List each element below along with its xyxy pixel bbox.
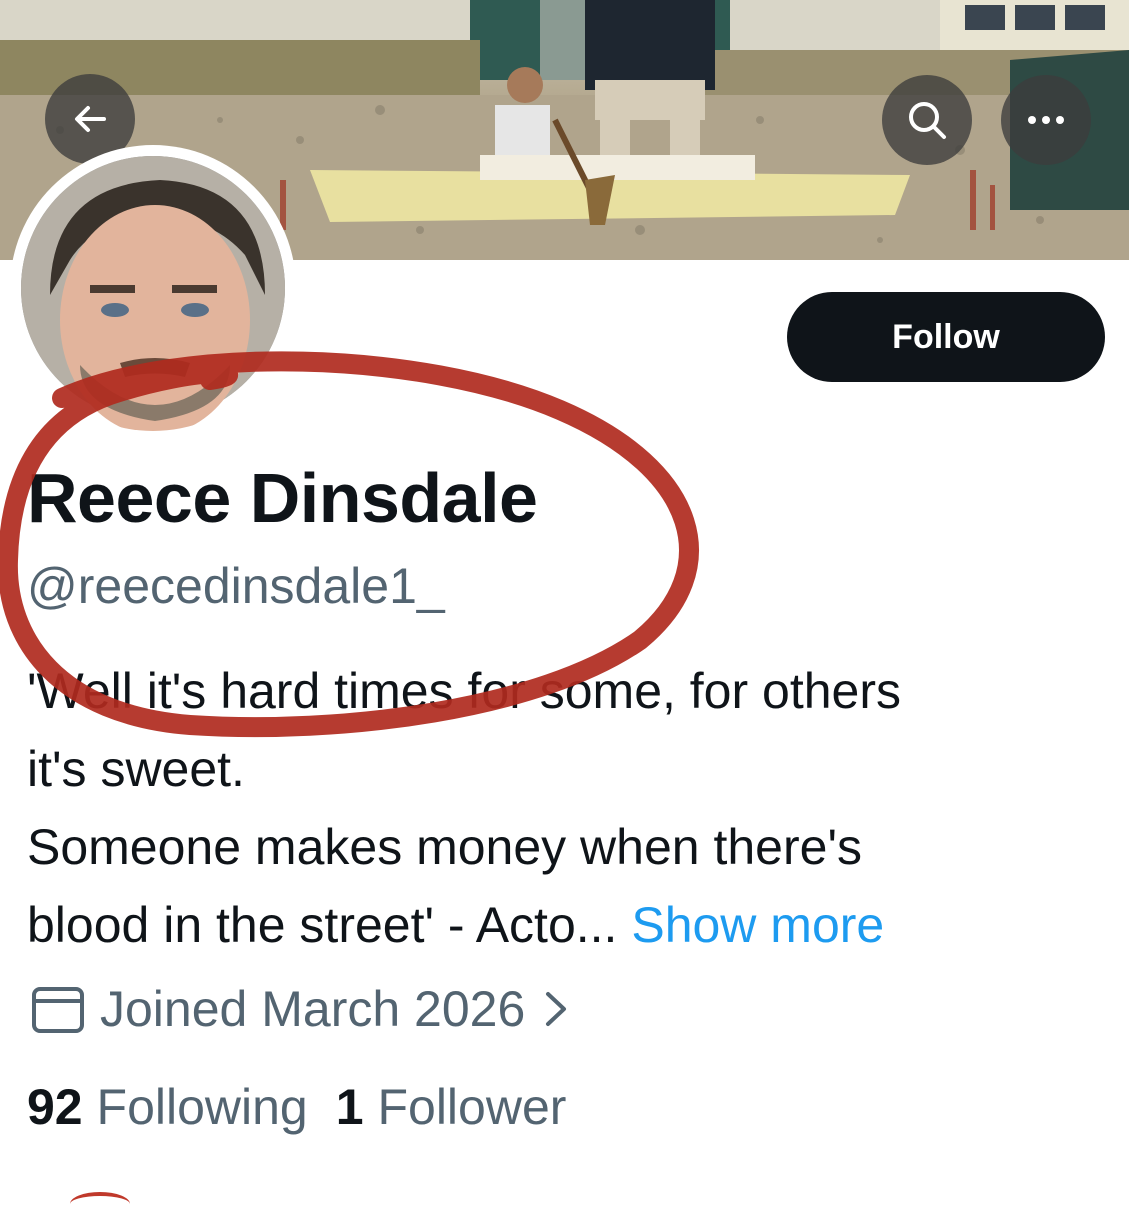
more-horizontal-icon: [1028, 116, 1064, 124]
followers-count: 1: [335, 1079, 364, 1135]
followers-stat[interactable]: 1 Follower: [336, 1078, 567, 1136]
show-more-link[interactable]: Show more: [631, 897, 884, 953]
followers-label: Follower: [377, 1079, 567, 1135]
bio-line-1: 'Well it's hard times for some, for othe…: [27, 663, 901, 719]
calendar-icon: [30, 983, 86, 1035]
follow-stats: 92 Following 1 Follower: [27, 1078, 594, 1136]
joined-date-text: Joined March 2026: [100, 981, 526, 1037]
joined-date-row[interactable]: Joined March 2026: [30, 980, 569, 1038]
more-button[interactable]: [1001, 75, 1091, 165]
avatar-photo: [21, 156, 285, 431]
bio: 'Well it's hard times for some, for othe…: [27, 652, 1107, 964]
follow-button[interactable]: Follow: [787, 292, 1105, 382]
search-icon: [909, 102, 946, 139]
chevron-right-icon: [543, 989, 569, 1029]
bio-line-4-text: blood in the street' - Acto...: [27, 897, 618, 953]
search-button[interactable]: [882, 75, 972, 165]
display-name: Reece Dinsdale: [27, 459, 538, 537]
next-item-peek: [70, 1192, 130, 1216]
arrow-left-icon: [75, 106, 106, 132]
following-count: 92: [27, 1079, 83, 1135]
following-stat[interactable]: 92 Following: [27, 1078, 308, 1136]
bio-line-3: Someone makes money when there's: [27, 819, 862, 875]
bio-line-2: it's sweet.: [27, 741, 245, 797]
user-handle: @reecedinsdale1_: [27, 558, 445, 614]
avatar[interactable]: [10, 145, 296, 431]
bio-line-4: blood in the street' - Acto... Show more: [27, 886, 1107, 964]
following-label: Following: [96, 1079, 308, 1135]
